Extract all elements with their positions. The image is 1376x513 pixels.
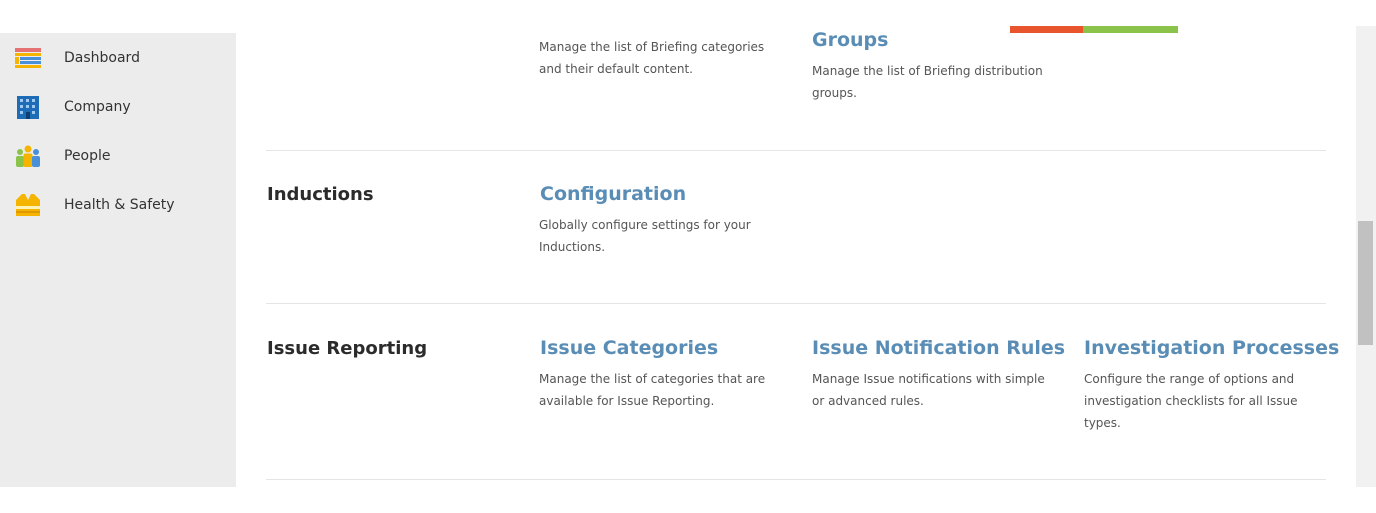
dashboard-icon [14,45,42,71]
sidebar-item-label: Dashboard [64,50,140,66]
sidebar: Dashboard Company People Health & Safety [0,33,236,487]
card-desc-configuration: Globally configure settings for your Ind… [539,218,751,254]
safety-vest-icon [14,192,42,218]
header-accent-red [1010,26,1083,33]
sidebar-item-health-safety[interactable]: Health & Safety [0,186,236,226]
sidebar-item-label: People [64,148,111,164]
card-title-briefing-groups[interactable]: Groups [812,29,888,51]
bottom-edge [0,487,1376,513]
section-divider [266,150,1326,151]
sidebar-item-people[interactable]: People [0,137,236,177]
card-title-issue-notification-rules[interactable]: Issue Notification Rules [812,337,1065,359]
company-building-icon [14,94,42,120]
vertical-scrollbar[interactable] [1356,26,1376,487]
card-desc-issue-categories: Manage the list of categories that are a… [539,372,766,408]
scrollbar-thumb[interactable] [1358,221,1373,345]
sidebar-item-dashboard[interactable]: Dashboard [0,39,236,79]
sidebar-item-company[interactable]: Company [0,88,236,128]
section-title-inductions: Inductions [267,184,374,205]
card-title-investigation-processes[interactable]: Investigation Processes [1084,337,1339,359]
card-desc-briefing-categories: Manage the list of Briefing categories a… [539,40,765,76]
section-divider [266,479,1326,480]
card-desc-investigation-processes: Configure the range of options and inves… [1084,372,1298,430]
card-title-configuration[interactable]: Configuration [540,183,686,205]
card-desc-briefing-groups: Manage the list of Briefing distribution… [812,64,1043,100]
card-title-issue-categories[interactable]: Issue Categories [540,337,718,359]
card-desc-issue-notification-rules: Manage Issue notifications with simple o… [812,372,1045,408]
settings-content: Manage the list of Briefing categories a… [236,29,1356,487]
section-title-issue-reporting: Issue Reporting [267,338,428,359]
sidebar-item-label: Company [64,99,131,115]
header-accent-green [1083,26,1178,33]
sidebar-item-label: Health & Safety [64,197,175,213]
people-icon [14,143,42,169]
section-divider [266,303,1326,304]
